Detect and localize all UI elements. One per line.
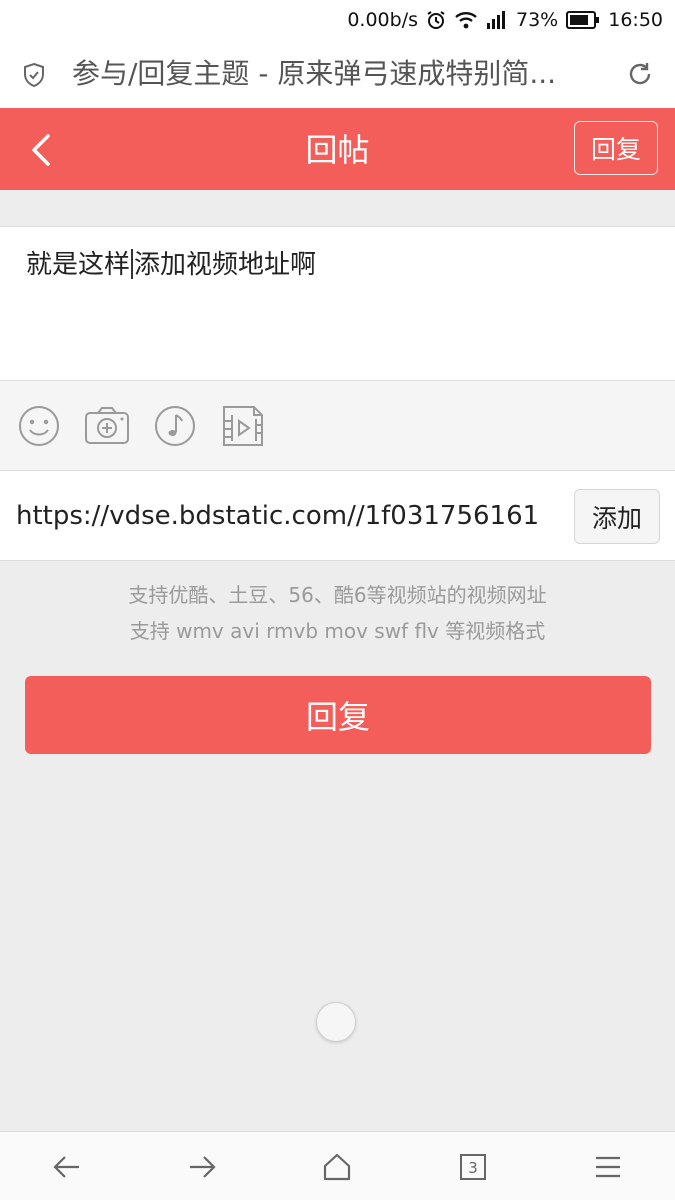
music-icon[interactable] (154, 405, 196, 451)
reply-text-area[interactable]: 就是这样 添加视频地址啊 (0, 226, 675, 381)
back-arrow-icon[interactable] (52, 1152, 82, 1186)
browser-bottom-nav: 3 (0, 1131, 675, 1200)
video-url-row: 添加 (0, 471, 675, 561)
browser-address-bar: 参与/回复主题 - 原来弹弓速成特别简... (0, 40, 675, 108)
forward-arrow-icon[interactable] (187, 1152, 217, 1186)
page-title[interactable]: 参与/回复主题 - 原来弹弓速成特别简... (72, 54, 602, 94)
status-bar: 0.00b/s 73% 16:50 (0, 0, 675, 40)
video-site-hint: 支持优酷、土豆、56、酷6等视频站的视频网址 (128, 583, 547, 607)
menu-icon[interactable] (593, 1152, 623, 1186)
reply-text-before-caret: 就是这样 (26, 250, 131, 280)
battery-percent: 73% (516, 9, 559, 31)
video-icon[interactable] (222, 405, 264, 451)
tab-count: 3 (468, 1159, 478, 1177)
home-icon[interactable] (322, 1152, 352, 1186)
emoji-icon[interactable] (18, 405, 60, 451)
submit-reply-button[interactable]: 回复 (25, 676, 651, 754)
header-reply-button[interactable]: 回复 (574, 121, 658, 175)
reply-text-after-caret: 添加视频地址啊 (134, 250, 317, 280)
clock: 16:50 (608, 9, 663, 31)
network-speed: 0.00b/s (347, 9, 418, 31)
app-header: 回帖 回复 (0, 108, 675, 190)
battery-icon (566, 11, 600, 29)
camera-icon[interactable] (84, 405, 130, 451)
add-video-button[interactable]: 添加 (574, 489, 660, 544)
video-format-hint: 支持 wmv avi rmvb mov swf flv 等视频格式 (129, 619, 546, 643)
reload-icon[interactable] (626, 60, 654, 92)
video-url-input[interactable] (16, 491, 561, 541)
attachment-toolbar (0, 381, 675, 471)
signal-icon (486, 11, 508, 29)
alarm-icon (426, 10, 446, 30)
floating-assistive-button[interactable] (316, 1002, 356, 1042)
reply-text[interactable]: 就是这样 添加视频地址啊 (26, 247, 316, 283)
shield-icon[interactable] (22, 62, 46, 92)
text-caret (131, 249, 134, 279)
tabs-icon[interactable]: 3 (458, 1152, 488, 1186)
wifi-icon (454, 10, 478, 30)
